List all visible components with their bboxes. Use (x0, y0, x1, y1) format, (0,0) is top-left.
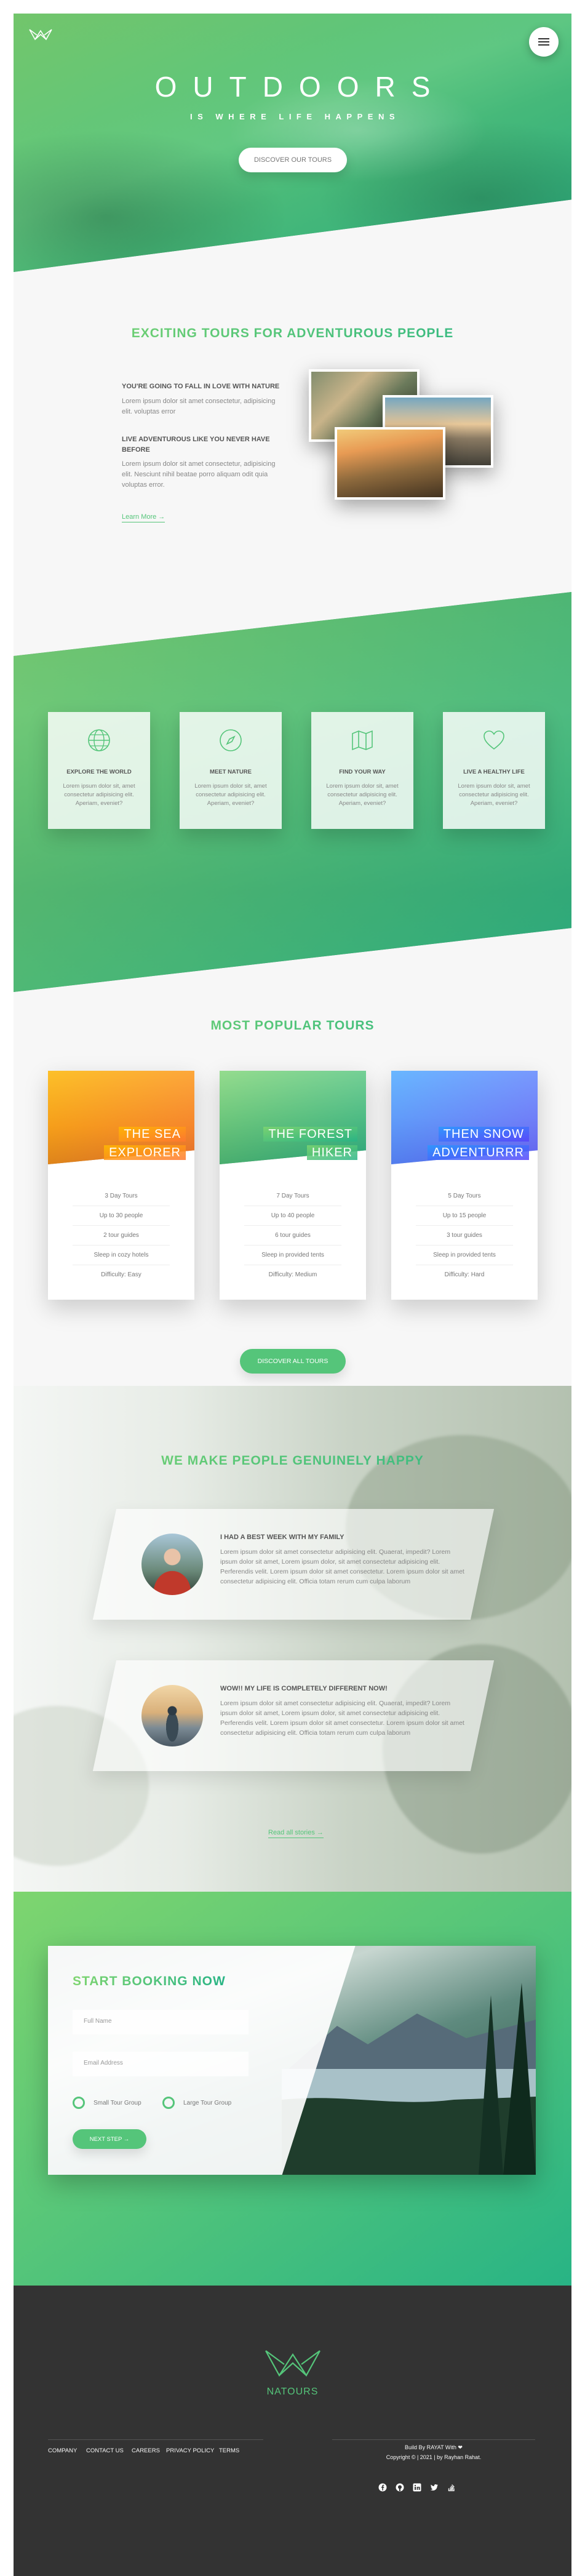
about-title: EXCITING TOURS FOR ADVENTUROUS PEOPLE (14, 326, 571, 341)
tour-card-heading: THEN SNOW ADVENTURRR (428, 1125, 529, 1162)
heart-icon (484, 730, 504, 750)
feature-text: Lorem ipsum dolor sit, amet consectetur … (458, 783, 530, 807)
feature-title: MEET NATURE (210, 769, 252, 775)
large-group-label: Large Tour Group (183, 2100, 232, 2106)
tour-card-2[interactable]: THE FOREST HIKER 7 Day Tours Up to 40 pe… (220, 1071, 366, 1300)
story-card-2: WOW!! MY LIFE IS COMPLETELY DIFFERENT NO… (92, 1660, 495, 1771)
tour-detail: 3 Day Tours (73, 1186, 170, 1206)
tour-detail: 7 Day Tours (244, 1186, 341, 1206)
about-heading-2: LIVE ADVENTUROUS LIKE YOU NEVER HAVE BEF… (122, 436, 270, 454)
tour-detail: Difficulty: Hard (444, 1271, 485, 1278)
footer-divider-right (332, 2439, 535, 2440)
next-step-button[interactable]: NEXT STEP → (73, 2129, 146, 2149)
tour-card-heading: THE FOREST HIKER (263, 1125, 357, 1162)
avatar (141, 1534, 203, 1595)
about-photo-3 (335, 427, 445, 500)
learn-more-link[interactable]: Learn More → (122, 513, 165, 522)
hero-header (14, 14, 571, 272)
feature-title: EXPLORE THE WORLD (66, 769, 132, 775)
built-by-text: Build By RAYAT With ❤ (405, 2444, 463, 2450)
footer-logo-icon (263, 2346, 322, 2383)
linkedin-icon[interactable] (413, 2483, 421, 2492)
about-heading-1: YOU'RE GOING TO FALL IN LOVE WITH NATURE (122, 383, 280, 390)
tour-detail: Sleep in cozy hotels (73, 1246, 170, 1265)
feature-text: Lorem ipsum dolor sit, amet consectetur … (63, 783, 135, 807)
discover-all-tours-button[interactable]: DISCOVER ALL TOURS (240, 1349, 346, 1374)
tour-detail: 6 tour guides (244, 1226, 341, 1246)
stories-title: WE MAKE PEOPLE GENUINELY HAPPY (14, 1454, 571, 1468)
menu-button[interactable] (529, 27, 559, 57)
stack-overflow-icon[interactable] (447, 2483, 456, 2492)
story-title: WOW!! MY LIFE IS COMPLETELY DIFFERENT NO… (220, 1685, 388, 1692)
story-text: Lorem ipsum dolor sit amet consectetur a… (220, 1548, 464, 1585)
feature-text: Lorem ipsum dolor sit, amet consectetur … (326, 783, 399, 807)
footer-link-privacy[interactable]: PRIVACY POLICY (166, 2447, 214, 2454)
booking-title: START BOOKING NOW (73, 1974, 226, 1988)
booking-card: START BOOKING NOW Full Name Email Addres… (48, 1946, 536, 2175)
email-input[interactable]: Email Address (73, 2052, 249, 2076)
feature-box-4: LIVE A HEALTHY LIFE Lorem ipsum dolor si… (443, 712, 545, 829)
tour-detail: Up to 30 people (73, 1206, 170, 1226)
globe-icon (88, 729, 110, 751)
feature-text: Lorem ipsum dolor sit, amet consectetur … (194, 783, 267, 807)
story-title: I HAD A BEST WEEK WITH MY FAMILY (220, 1534, 344, 1541)
tour-detail: Sleep in provided tents (416, 1246, 513, 1265)
github-icon[interactable] (396, 2483, 404, 2492)
logo-icon[interactable] (28, 27, 53, 45)
tour-details-list: 3 Day Tours Up to 30 people 2 tour guide… (73, 1186, 170, 1285)
tour-detail: Difficulty: Medium (268, 1271, 317, 1278)
feature-title: LIVE A HEALTHY LIFE (463, 769, 525, 775)
facebook-icon[interactable] (378, 2483, 387, 2492)
about-text-2: Lorem ipsum dolor sit amet consectetur, … (122, 460, 276, 489)
page: OUTDOORS IS WHERE LIFE HAPPENS DISCOVER … (0, 0, 585, 2576)
full-name-input[interactable]: Full Name (73, 2010, 249, 2034)
footer (14, 2286, 571, 2576)
small-group-radio[interactable] (73, 2097, 85, 2109)
feature-box-2: MEET NATURE Lorem ipsum dolor sit, amet … (180, 712, 282, 829)
tour-card-3[interactable]: THEN SNOW ADVENTURRR 5 Day Tours Up to 1… (391, 1071, 538, 1300)
footer-link-company[interactable]: COMPANY (48, 2447, 77, 2454)
tour-card-1[interactable]: THE SEA EXPLORER 3 Day Tours Up to 30 pe… (48, 1071, 194, 1300)
tour-detail: Difficulty: Easy (101, 1271, 141, 1278)
feature-box-1: EXPLORE THE WORLD Lorem ipsum dolor sit,… (48, 712, 150, 829)
story-text: Lorem ipsum dolor sit amet consectetur a… (220, 1700, 464, 1737)
story-card-1: I HAD A BEST WEEK WITH MY FAMILY Lorem i… (92, 1509, 495, 1620)
feature-title: FIND YOUR WAY (339, 769, 386, 775)
avatar (141, 1685, 203, 1746)
copyright-text: Copyright © | 2021 | by Rayhan Rahat. (386, 2454, 482, 2460)
feature-box-3: FIND YOUR WAY Lorem ipsum dolor sit, ame… (311, 712, 413, 829)
compass-icon (220, 729, 242, 751)
discover-tours-button[interactable]: DISCOVER OUR TOURS (239, 148, 347, 172)
tours-title: MOST POPULAR TOURS (14, 1018, 571, 1033)
footer-link-contact[interactable]: CONTACT US (86, 2447, 124, 2454)
footer-link-terms[interactable]: TERMS (219, 2447, 239, 2454)
footer-divider-left (48, 2439, 263, 2440)
small-group-label: Small Tour Group (94, 2100, 141, 2106)
tour-details-list: 5 Day Tours Up to 15 people 3 tour guide… (416, 1186, 513, 1285)
tour-card-heading: THE SEA EXPLORER (104, 1125, 186, 1162)
large-group-radio[interactable] (162, 2097, 175, 2109)
hero-title-block: OUTDOORS IS WHERE LIFE HAPPENS (14, 70, 571, 121)
read-all-stories-link[interactable]: Read all stories → (268, 1829, 324, 1838)
tour-detail: 3 tour guides (416, 1226, 513, 1246)
hero-title: OUTDOORS (154, 71, 447, 103)
footer-brand: NATOURS (266, 2386, 319, 2397)
tour-detail: 2 tour guides (73, 1226, 170, 1246)
tour-details-list: 7 Day Tours Up to 40 people 6 tour guide… (244, 1186, 341, 1285)
about-text-1: Lorem ipsum dolor sit amet consectetur, … (122, 398, 276, 415)
tour-detail: 5 Day Tours (416, 1186, 513, 1206)
hero-subtitle: IS WHERE LIFE HAPPENS (189, 112, 400, 121)
tour-detail: Up to 40 people (244, 1206, 341, 1226)
map-icon (352, 730, 373, 751)
tour-detail: Up to 15 people (416, 1206, 513, 1226)
tour-detail: Sleep in provided tents (244, 1246, 341, 1265)
footer-link-careers[interactable]: CAREERS (132, 2447, 160, 2454)
twitter-icon[interactable] (430, 2483, 439, 2492)
